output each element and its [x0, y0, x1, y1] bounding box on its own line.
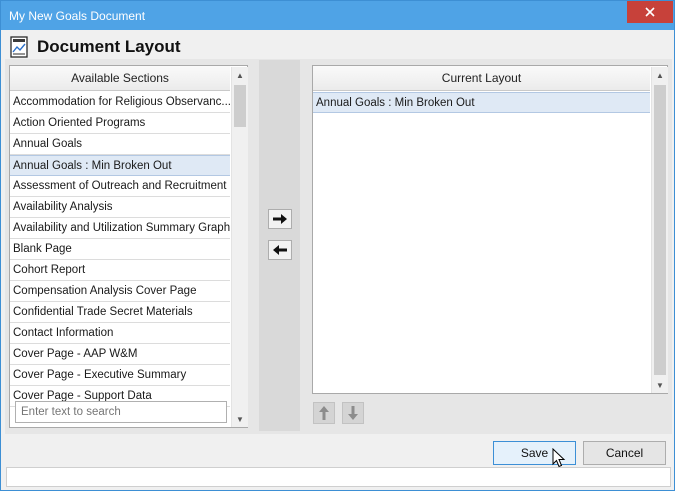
list-item[interactable]: Compensation Analysis Cover Page	[10, 281, 230, 302]
right-arrow-icon	[273, 214, 287, 224]
title-bar[interactable]: My New Goals Document	[1, 1, 674, 30]
list-item[interactable]: Confidential Trade Secret Materials	[10, 302, 230, 323]
dialog-button-bar: Save Cancel	[1, 434, 674, 468]
list-item[interactable]: Blank Page	[10, 239, 230, 260]
list-item[interactable]: Accommodation for Religious Observanc...	[10, 92, 230, 113]
available-sections-panel: Available Sections Accommodation for Rel…	[9, 65, 248, 428]
list-item-selected[interactable]: Annual Goals : Min Broken Out	[10, 155, 230, 176]
scroll-down-arrow-icon[interactable]: ▼	[652, 377, 668, 393]
list-item[interactable]: Availability Analysis	[10, 197, 230, 218]
close-button[interactable]	[627, 1, 673, 23]
status-bar	[6, 467, 671, 487]
left-arrow-icon	[273, 245, 287, 255]
mouse-cursor-icon	[552, 448, 566, 468]
remove-from-layout-button[interactable]	[268, 240, 292, 260]
scroll-thumb[interactable]	[234, 85, 246, 127]
move-down-button[interactable]	[342, 402, 364, 424]
available-sections-list[interactable]: Accommodation for Religious Observanc...…	[10, 92, 230, 407]
scroll-up-arrow-icon[interactable]: ▲	[232, 67, 248, 83]
dialog-content: Document Layout Available Sections Accom…	[1, 30, 674, 490]
available-sections-header: Available Sections	[10, 66, 230, 91]
current-scrollbar[interactable]: ▲ ▼	[651, 67, 668, 393]
current-layout-header: Current Layout	[313, 66, 650, 91]
current-layout-list[interactable]: Annual Goals : Min Broken Out	[313, 92, 650, 113]
search-input[interactable]	[15, 401, 227, 423]
list-item[interactable]: Cover Page - Executive Summary	[10, 365, 230, 386]
list-item[interactable]: Assessment of Outreach and Recruitment	[10, 176, 230, 197]
page-header: Document Layout	[9, 34, 181, 60]
list-item[interactable]: Annual Goals	[10, 134, 230, 155]
close-icon	[645, 7, 655, 17]
up-arrow-icon	[319, 406, 329, 420]
list-item[interactable]: Action Oriented Programs	[10, 113, 230, 134]
add-to-layout-button[interactable]	[268, 209, 292, 229]
dialog-window: My New Goals Document Document Layout Av…	[0, 0, 675, 491]
scroll-thumb[interactable]	[654, 85, 666, 375]
document-chart-icon	[10, 36, 28, 58]
scroll-down-arrow-icon[interactable]: ▼	[232, 411, 248, 427]
list-item-selected[interactable]: Annual Goals : Min Broken Out	[313, 92, 650, 113]
cancel-button[interactable]: Cancel	[583, 441, 666, 465]
window-title: My New Goals Document	[9, 9, 146, 23]
scroll-up-arrow-icon[interactable]: ▲	[652, 67, 668, 83]
available-scrollbar[interactable]: ▲ ▼	[231, 67, 248, 427]
list-item[interactable]: Cover Page - AAP W&M	[10, 344, 230, 365]
list-item[interactable]: Cohort Report	[10, 260, 230, 281]
page-title: Document Layout	[37, 37, 181, 56]
current-layout-panel: Current Layout Annual Goals : Min Broken…	[312, 65, 668, 394]
down-arrow-icon	[348, 406, 358, 420]
list-item[interactable]: Contact Information	[10, 323, 230, 344]
list-item[interactable]: Availability and Utilization Summary Gra…	[10, 218, 230, 239]
move-up-button[interactable]	[313, 402, 335, 424]
